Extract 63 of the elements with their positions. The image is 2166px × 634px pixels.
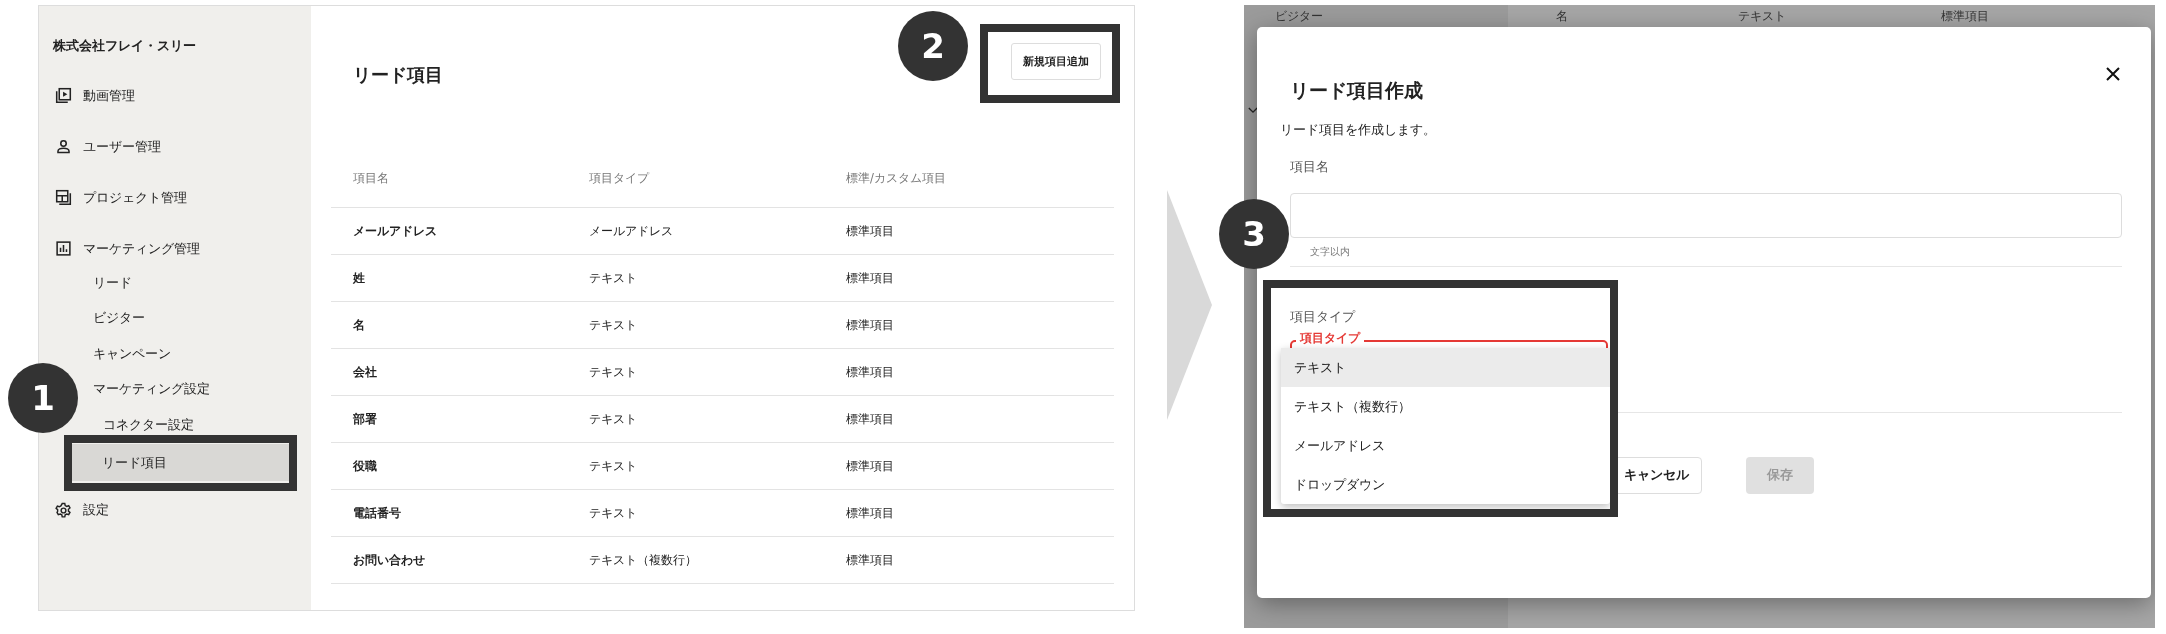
- table-cell-text: 会社: [352, 364, 378, 380]
- chart-icon: [55, 240, 72, 257]
- table-cell-text: 役職: [352, 458, 378, 474]
- sidebar-item[interactable]: プロジェクト管理: [39, 172, 311, 223]
- table-cell-text: テキスト: [588, 364, 638, 380]
- table-cell-text: 電話番号: [352, 505, 402, 521]
- dropdown-option[interactable]: テキスト: [1281, 348, 1610, 387]
- sidebar-item[interactable]: 設定: [39, 484, 311, 536]
- chevron-icon: [1248, 107, 1258, 114]
- sidebar-item[interactable]: コネクター設定: [103, 415, 194, 433]
- company-name: 株式会社フレイ・スリー: [52, 37, 197, 55]
- table-cell-text: 標準項目: [845, 552, 895, 568]
- background-text: テキスト: [1738, 8, 1786, 25]
- table-cell-text: 標準項目: [845, 458, 895, 474]
- video-icon: [55, 87, 72, 104]
- sidebar-item[interactable]: マーケティング管理: [39, 223, 311, 255]
- table-cell-text: 姓: [352, 270, 366, 286]
- sidebar-item[interactable]: ユーザー管理: [39, 121, 311, 172]
- field-label: 項目タイプ: [1290, 308, 1355, 326]
- table-cell-text: 標準項目: [845, 411, 895, 427]
- dialog-title: リード項目作成: [1290, 78, 1423, 103]
- sidebar-item[interactable]: マーケティング設定: [93, 380, 210, 397]
- table-cell-text: テキスト: [588, 270, 638, 286]
- sidebar-item[interactable]: キャンペーン: [93, 344, 171, 362]
- table-cell-text: 標準項目: [845, 364, 895, 380]
- table-cell-text: メールアドレス: [352, 223, 438, 239]
- dropdown-option[interactable]: テキスト（複数行）: [1281, 387, 1610, 426]
- table-cell-text: 部署: [352, 411, 378, 427]
- table-cell-text: テキスト: [588, 317, 638, 333]
- table-cell-text: 標準項目: [845, 270, 895, 286]
- input-field[interactable]: [1290, 193, 2122, 238]
- table-cell-text: メールアドレス: [588, 223, 674, 239]
- column-header: 標準/カスタム項目: [845, 171, 947, 186]
- step-number: 1: [8, 363, 78, 433]
- floating-label: 項目タイプ: [1296, 331, 1364, 346]
- field-label: 項目名: [1290, 158, 1329, 176]
- sidebar-item[interactable]: ビジター: [93, 309, 145, 326]
- background-text: 標準項目: [1941, 8, 1989, 25]
- table-cell-text: 標準項目: [845, 223, 895, 239]
- column-header: 項目名: [352, 171, 390, 186]
- table-cell-text: 標準項目: [845, 505, 895, 521]
- dialog-subtitle: リード項目を作成します。: [1280, 121, 1436, 139]
- column-header: 項目タイプ: [588, 171, 651, 186]
- field-hint: 文字以内: [1309, 245, 1350, 259]
- table-cell-text: 標準項目: [845, 317, 895, 333]
- table-cell-text: テキスト: [588, 505, 638, 521]
- sidebar-item[interactable]: リード: [93, 273, 132, 291]
- background-text: ビジター: [1275, 8, 1323, 25]
- settings-icon: [55, 501, 72, 519]
- person-icon: [55, 138, 72, 155]
- add-item-button[interactable]: 新規項目追加: [1011, 43, 1101, 80]
- table-cell-text: テキスト: [588, 411, 638, 427]
- table-cell-text: 名: [352, 317, 366, 333]
- table-cell-text: テキスト: [588, 458, 638, 474]
- step-number: 2: [898, 11, 968, 81]
- step-number: 3: [1219, 199, 1289, 269]
- table-cell-text: テキスト（複数行）: [588, 552, 698, 568]
- sidebar-item[interactable]: リード項目: [72, 443, 292, 481]
- table-cell-text: お問い合わせ: [352, 552, 426, 568]
- background-text: 名: [1556, 8, 1568, 25]
- layout-icon: [55, 189, 72, 206]
- sidebar-item[interactable]: 動画管理: [39, 70, 311, 121]
- page-title: リード項目: [353, 63, 443, 87]
